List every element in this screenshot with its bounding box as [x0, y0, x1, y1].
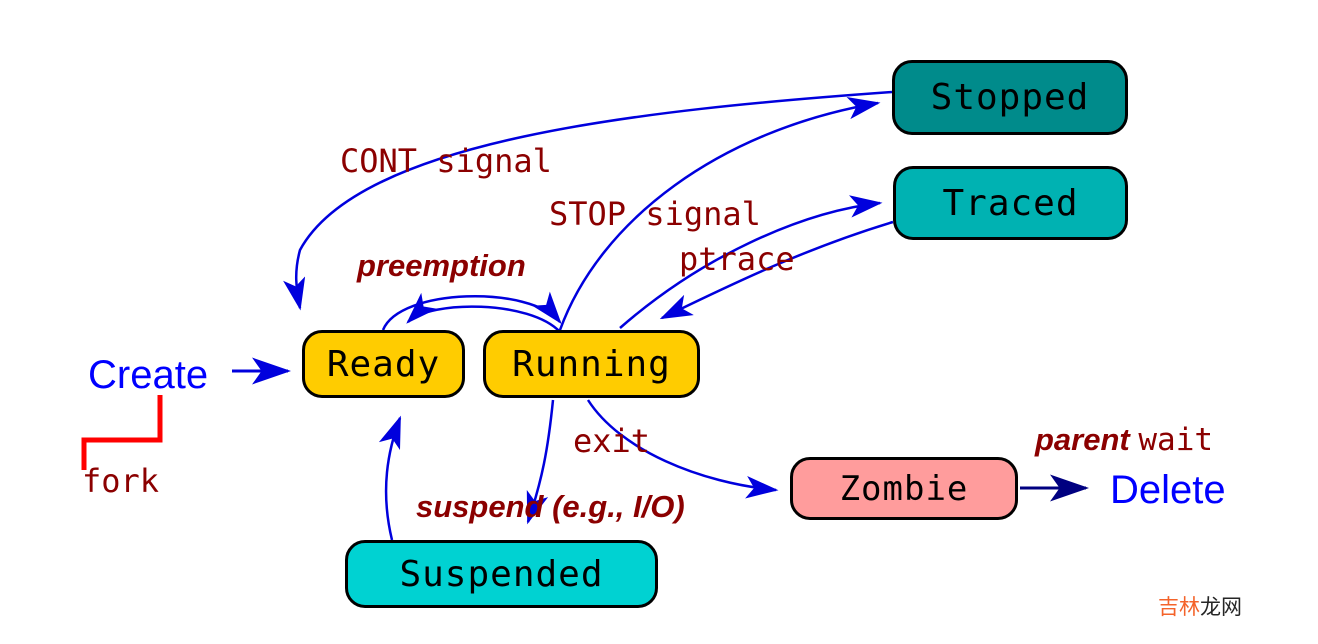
state-label-stopped: Stopped [930, 77, 1090, 118]
watermark-part-b: 龙网 [1200, 595, 1242, 619]
state-label-zombie: Zombie [839, 468, 969, 509]
edge-ready-to-running [381, 291, 562, 331]
fork-bracket [81, 395, 163, 470]
state-node-suspended[interactable]: Suspended [345, 540, 658, 608]
edge-label-ptrace: ptrace [679, 240, 795, 278]
terminal-create: Create [88, 353, 209, 397]
state-label-ready: Ready [326, 343, 441, 385]
state-node-stopped[interactable]: Stopped [892, 60, 1128, 135]
edge-label-exit: exit [573, 422, 651, 460]
edge-label-preemption: preemption [357, 248, 526, 283]
state-label-suspended: Suspended [399, 553, 604, 595]
state-node-zombie[interactable]: Zombie [790, 457, 1018, 520]
edge-label-suspend-io: suspend (e.g., I/O) [416, 489, 685, 524]
wait-word: wait [1138, 422, 1214, 458]
process-state-diagram: Ready Running Stopped Traced Zombie Susp… [0, 0, 1318, 644]
state-node-traced[interactable]: Traced [893, 166, 1128, 240]
edge-label-stop-signal: STOP signal [549, 195, 761, 233]
edge-label-cont-signal: CONT signal [340, 142, 552, 180]
state-label-traced: Traced [942, 182, 1079, 224]
edge-running-to-ready [406, 292, 561, 333]
watermark: 吉林龙网 [1158, 597, 1242, 618]
edge-label-parent-wait: parent wait [1035, 424, 1213, 456]
edge-label-fork: fork [82, 462, 160, 500]
state-label-running: Running [512, 343, 671, 385]
parent-word: parent [1035, 422, 1130, 457]
terminal-delete: Delete [1110, 468, 1226, 512]
edge-suspended-to-ready [378, 415, 402, 541]
state-node-running[interactable]: Running [483, 330, 700, 398]
state-node-ready[interactable]: Ready [302, 330, 465, 398]
watermark-part-a: 吉林 [1158, 595, 1200, 619]
